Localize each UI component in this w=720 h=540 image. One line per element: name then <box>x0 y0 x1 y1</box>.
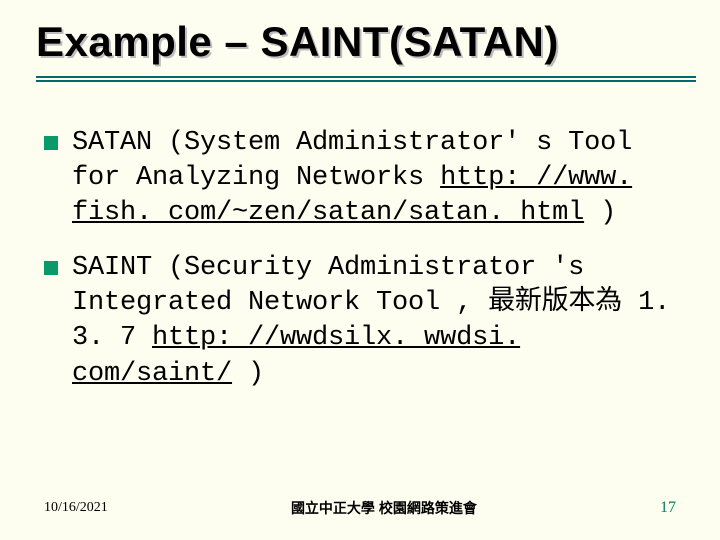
list-item: SAINT (Security Administrator 's Integra… <box>44 251 696 391</box>
bullet-list: SATAN (System Administrator' s Tool for … <box>36 126 696 392</box>
bullet-text: SAINT (Security Administrator 's Integra… <box>72 251 696 391</box>
bullet-icon <box>44 261 58 275</box>
page-title: Example – SAINT(SATAN) <box>36 18 696 66</box>
footer-center: 國立中正大學 校園網路策進會 <box>108 498 660 518</box>
title-container: Example – SAINT(SATAN) <box>36 18 696 82</box>
footer: 10/16/2021 國立中正大學 校園網路策進會 17 <box>0 498 720 518</box>
list-item: SATAN (System Administrator' s Tool for … <box>44 126 696 231</box>
bullet-icon <box>44 136 58 150</box>
slide: Example – SAINT(SATAN) SATAN (System Adm… <box>0 0 720 540</box>
page-number: 17 <box>660 499 676 517</box>
bullet-post: ) <box>232 359 264 389</box>
bullet-text: SATAN (System Administrator' s Tool for … <box>72 126 696 231</box>
footer-date: 10/16/2021 <box>44 500 108 516</box>
bullet-post: ) <box>584 198 616 228</box>
